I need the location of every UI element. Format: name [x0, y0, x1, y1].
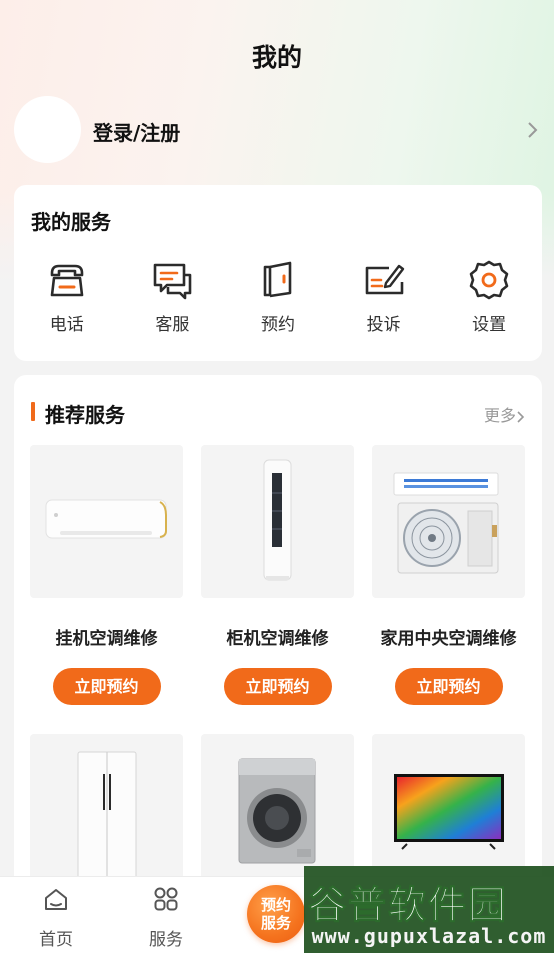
center-tab-line2: 服务 [260, 914, 291, 932]
book-now-button[interactable]: 立即预约 [52, 668, 161, 705]
my-services-title: 我的服务 [31, 210, 111, 234]
service-settings[interactable]: 设置 [441, 258, 537, 338]
center-tab-line1: 预约 [260, 896, 291, 914]
central-ac-image[interactable] [372, 445, 525, 598]
service-chat[interactable]: 客服 [124, 258, 220, 338]
chat-icon [154, 263, 192, 300]
product-card[interactable]: 挂机空调维修 立即预约 [30, 445, 183, 705]
services-row: 电话 客服 预约 投诉 设置 [14, 258, 542, 338]
tv-image[interactable] [372, 734, 525, 887]
book-service-tab[interactable]: 预约 服务 [247, 885, 305, 943]
product-card[interactable]: 柜机空调维修 立即预约 [201, 445, 354, 705]
book-now-button[interactable]: 立即预约 [223, 668, 332, 705]
washer-image[interactable] [201, 734, 354, 887]
watermark-url: www.gupuxlazal.com [311, 924, 547, 948]
service-label: 预约 [260, 315, 295, 335]
service-label: 客服 [155, 315, 190, 335]
service-label: 投诉 [366, 315, 401, 335]
gear-icon [469, 260, 509, 300]
tab-services[interactable]: 服务 [131, 885, 201, 950]
product-name: 柜机空调维修 [226, 629, 329, 649]
recommend-card: 推荐服务 更多 挂机空调维修 立即预约 柜机空调维修 立即预约 家用中央空调维修… [14, 375, 542, 895]
product-card[interactable] [372, 734, 525, 887]
page-title: 我的 [251, 43, 302, 72]
complaint-icon [365, 264, 404, 295]
grid-icon [154, 887, 178, 911]
recommend-title: 推荐服务 [45, 403, 125, 427]
product-name: 家用中央空调维修 [380, 629, 517, 649]
product-card[interactable]: 家用中央空调维修 立即预约 [372, 445, 525, 705]
chevron-right-icon [517, 410, 525, 423]
service-label: 设置 [472, 315, 507, 335]
wall-ac-image[interactable] [30, 445, 183, 598]
chevron-right-icon[interactable] [522, 120, 542, 140]
my-services-card: 我的服务 电话 客服 预约 投诉 设置 [14, 185, 542, 361]
booking-icon [263, 261, 292, 298]
tab-label: 首页 [39, 930, 73, 950]
product-card[interactable] [201, 734, 354, 887]
watermark-text: 谷普软件园 [307, 883, 509, 928]
product-card[interactable] [30, 734, 183, 887]
service-phone[interactable]: 电话 [19, 258, 115, 338]
fridge-image[interactable] [30, 734, 183, 887]
service-label: 电话 [49, 315, 84, 335]
service-complaint[interactable]: 投诉 [336, 258, 432, 338]
watermark: 谷普软件园 www.gupuxlazal.com [304, 866, 554, 953]
tower-ac-image[interactable] [201, 445, 354, 598]
login-register-link[interactable]: 登录/注册 [93, 117, 180, 146]
service-booking[interactable]: 预约 [230, 258, 326, 338]
book-now-button[interactable]: 立即预约 [394, 668, 503, 705]
product-name: 挂机空调维修 [55, 629, 158, 649]
more-link[interactable]: 更多 [484, 402, 526, 426]
section-accent-bar [31, 402, 35, 421]
phone-icon [50, 264, 84, 297]
avatar[interactable] [14, 96, 81, 163]
tab-label: 服务 [149, 930, 183, 950]
more-label: 更多 [483, 406, 516, 425]
home-icon [45, 889, 67, 910]
tab-home[interactable]: 首页 [21, 885, 91, 950]
